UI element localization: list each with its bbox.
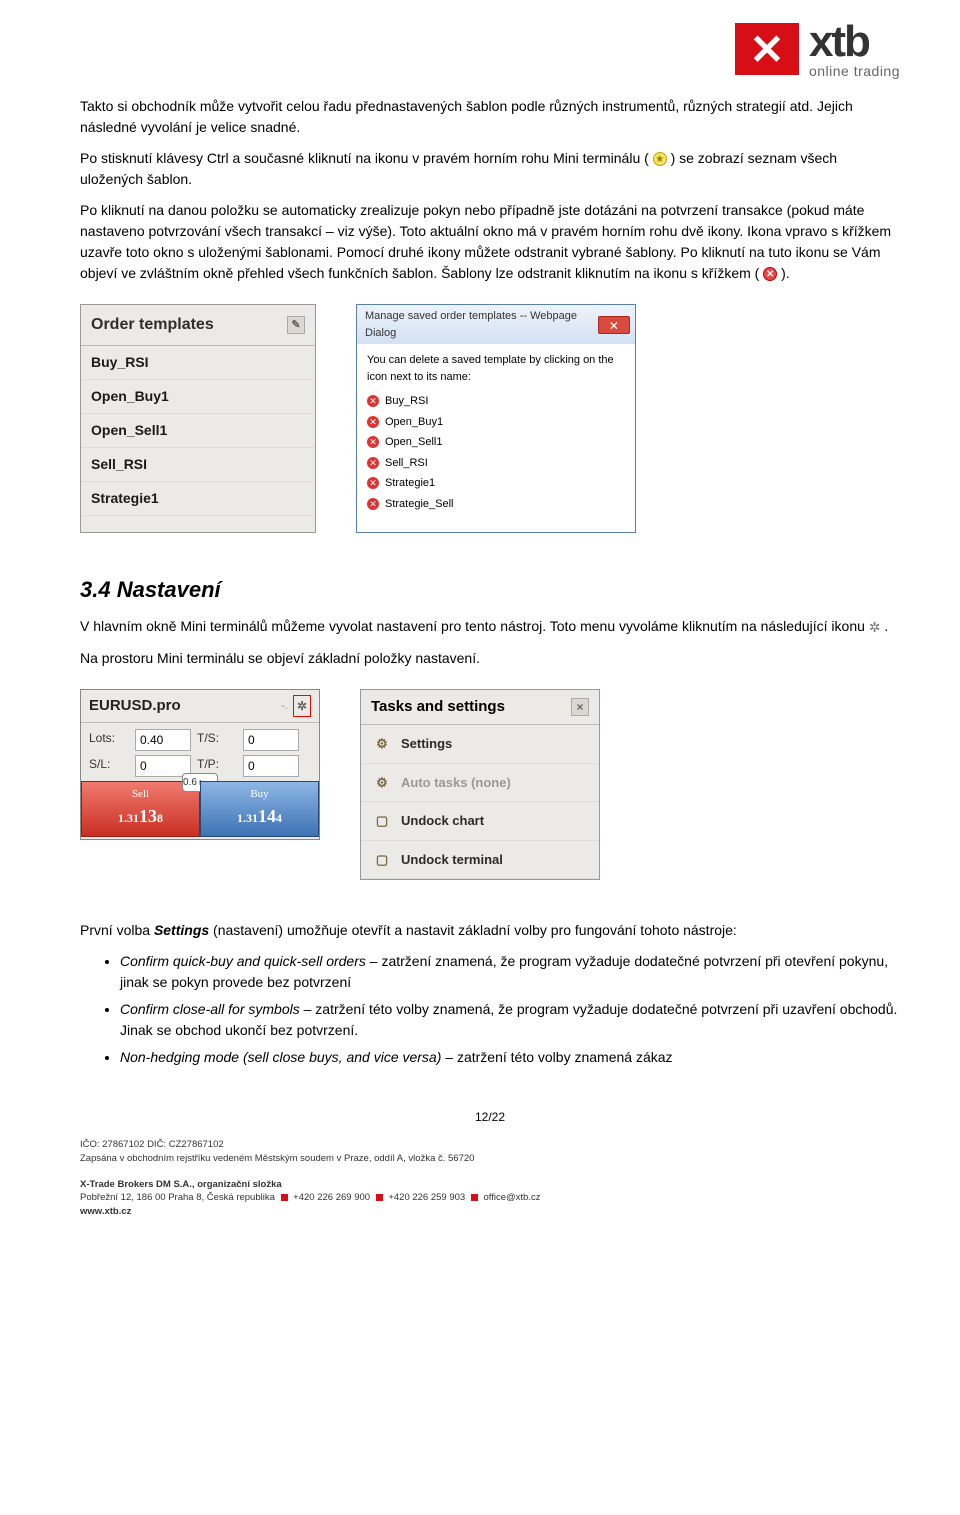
- paragraph-2: Po stisknutí klávesy Ctrl a současné kli…: [80, 148, 900, 190]
- mini-terminal-header: EURUSD.pro -. ✲: [81, 690, 319, 724]
- manage-templates-dialog: Manage saved order templates -- Webpage …: [356, 304, 636, 533]
- delete-template-icon[interactable]: ✕: [367, 498, 379, 510]
- logo: ✕ xtb online trading: [735, 20, 900, 78]
- dialog-titlebar: Manage saved order templates -- Webpage …: [357, 305, 635, 344]
- delete-template-icon[interactable]: ✕: [367, 395, 379, 407]
- sl-label: S/L:: [89, 755, 129, 777]
- ts-input[interactable]: 0: [243, 729, 299, 751]
- star-icon: ★: [653, 152, 667, 166]
- template-item[interactable]: Sell_RSI: [81, 448, 315, 482]
- lots-label: Lots:: [89, 729, 129, 751]
- footer-company: X-Trade Brokers DM S.A., organizační slo…: [80, 1178, 900, 1191]
- mini-terminal: EURUSD.pro -. ✲ Lots: 0.40 T/S: 0 S/L: 0…: [80, 689, 320, 840]
- logo-subtitle: online trading: [809, 63, 900, 79]
- bullet-item: Confirm close-all for symbols – zatržení…: [120, 999, 900, 1041]
- figure-row-2: EURUSD.pro -. ✲ Lots: 0.40 T/S: 0 S/L: 0…: [80, 689, 900, 881]
- footer-contact: Pobřežní 12, 186 00 Praha 8, Česká repub…: [80, 1191, 900, 1204]
- dialog-row: ✕Strategie1: [367, 475, 625, 492]
- delete-template-icon[interactable]: ✕: [367, 457, 379, 469]
- lots-input[interactable]: 0.40: [135, 729, 191, 751]
- paragraph-5: Na prostoru Mini terminálu se objeví zák…: [80, 648, 900, 669]
- bullet-item: Confirm quick-buy and quick-sell orders …: [120, 951, 900, 993]
- footer-url: www.xtb.cz: [80, 1205, 900, 1218]
- logo-brand: xtb: [809, 17, 869, 66]
- dialog-hint: You can delete a saved template by click…: [367, 352, 625, 385]
- logo-block: ✕ xtb online trading: [80, 20, 900, 78]
- paragraph-4: V hlavním okně Mini terminálů můžeme vyv…: [80, 616, 900, 638]
- undock-icon: ▢: [373, 851, 391, 869]
- footer: IČO: 27867102 DIČ: CZ27867102 Zapsána v …: [80, 1138, 900, 1218]
- gear-icon: ⚙: [373, 735, 391, 753]
- tasks-header: Tasks and settings ×: [361, 690, 599, 726]
- template-item[interactable]: Open_Sell1: [81, 414, 315, 448]
- dialog-row: ✕Open_Buy1: [367, 414, 625, 431]
- footer-line: IČO: 27867102 DIČ: CZ27867102: [80, 1138, 900, 1151]
- tasks-item-auto[interactable]: ⚙ Auto tasks (none): [361, 764, 599, 803]
- dialog-row: ✕Strategie_Sell: [367, 496, 625, 513]
- tasks-close-icon[interactable]: ×: [571, 698, 589, 716]
- gear-icon: ✲: [869, 619, 881, 635]
- ts-label: T/S:: [197, 729, 237, 751]
- order-templates-title: Order templates: [91, 313, 214, 337]
- order-templates-panel: Order templates ✎ Buy_RSI Open_Buy1 Open…: [80, 304, 316, 533]
- square-icon: [471, 1194, 478, 1201]
- gear-icon: ⚙: [373, 774, 391, 792]
- dialog-row: ✕Sell_RSI: [367, 455, 625, 472]
- tasks-item-undock-chart[interactable]: ▢ Undock chart: [361, 802, 599, 841]
- tp-input[interactable]: 0: [243, 755, 299, 777]
- section-3-4-heading: 3.4 Nastavení: [80, 573, 900, 606]
- template-item[interactable]: Buy_RSI: [81, 346, 315, 380]
- paragraph-3: Po kliknutí na danou položku se automati…: [80, 200, 900, 284]
- figure-row-1: Order templates ✎ Buy_RSI Open_Buy1 Open…: [80, 304, 900, 533]
- template-item[interactable]: Open_Buy1: [81, 380, 315, 414]
- footer-line: Zapsána v obchodním rejstříku vedeném Mě…: [80, 1152, 900, 1165]
- symbol-label: EURUSD.pro: [89, 695, 181, 718]
- logo-mark-icon: ✕: [735, 23, 799, 75]
- delete-template-icon[interactable]: ✕: [367, 477, 379, 489]
- delete-template-icon[interactable]: ✕: [367, 436, 379, 448]
- template-item[interactable]: Strategie1: [81, 482, 315, 516]
- manage-templates-icon[interactable]: ✎: [287, 316, 305, 334]
- sparkline: -.: [281, 698, 288, 715]
- tasks-settings-panel: Tasks and settings × ⚙ Settings ⚙ Auto t…: [360, 689, 600, 881]
- dialog-close-button[interactable]: ✕: [598, 316, 630, 334]
- dialog-row: ✕Buy_RSI: [367, 393, 625, 410]
- order-templates-list: Buy_RSI Open_Buy1 Open_Sell1 Sell_RSI St…: [81, 346, 315, 516]
- square-icon: [376, 1194, 383, 1201]
- page-number: 12/22: [80, 1108, 900, 1126]
- bullet-item: Non-hedging mode (sell close buys, and v…: [120, 1047, 900, 1068]
- buy-button[interactable]: Buy 1.31144: [200, 781, 319, 837]
- paragraph-6: První volba Settings (nastavení) umožňuj…: [80, 920, 900, 941]
- delete-template-icon[interactable]: ✕: [367, 416, 379, 428]
- undock-icon: ▢: [373, 812, 391, 830]
- settings-gear-icon[interactable]: ✲: [293, 695, 311, 717]
- paragraph-1: Takto si obchodník může vytvořit celou ř…: [80, 96, 900, 138]
- square-icon: [281, 1194, 288, 1201]
- delete-icon: ✕: [763, 267, 777, 281]
- dialog-row: ✕Open_Sell1: [367, 434, 625, 451]
- tasks-item-settings[interactable]: ⚙ Settings: [361, 725, 599, 764]
- tasks-item-undock-terminal[interactable]: ▢ Undock terminal: [361, 841, 599, 880]
- settings-bullets: Confirm quick-buy and quick-sell orders …: [120, 951, 900, 1068]
- dialog-title: Manage saved order templates -- Webpage …: [365, 308, 598, 341]
- order-templates-header: Order templates ✎: [81, 305, 315, 346]
- tasks-title: Tasks and settings: [371, 696, 505, 719]
